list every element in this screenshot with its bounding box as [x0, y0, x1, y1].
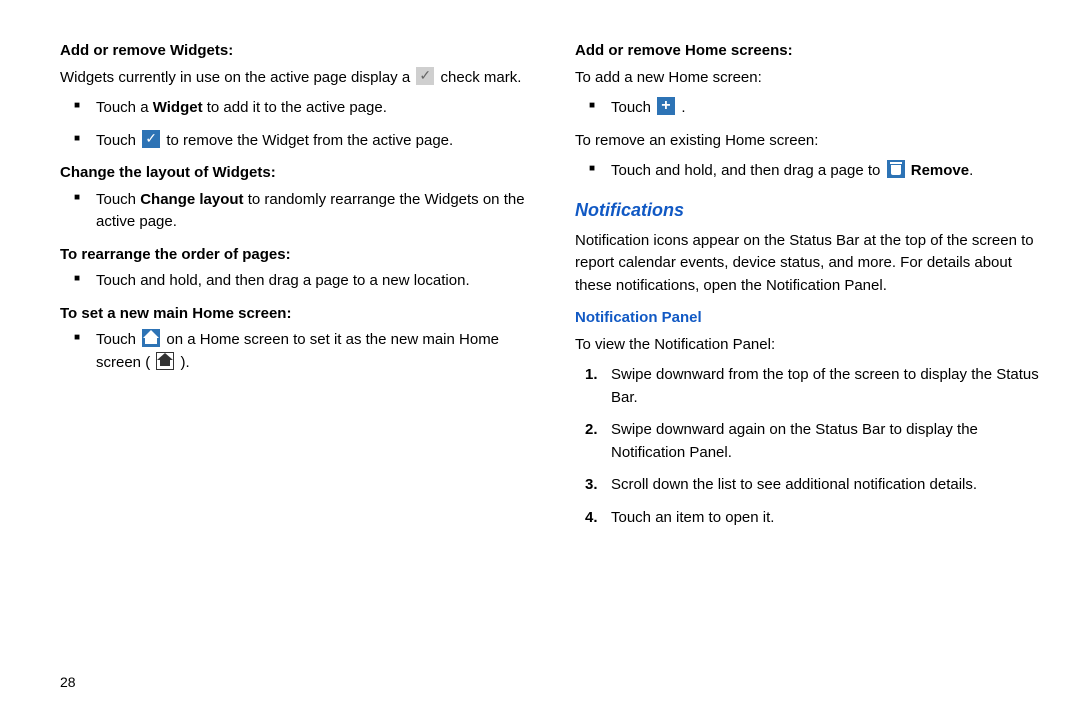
list-item: Swipe downward from the top of the scree…	[575, 364, 1040, 409]
bold-text: Remove	[911, 162, 969, 179]
heading-home-addremove: Add or remove Home screens:	[575, 40, 1040, 63]
text: Touch	[96, 191, 140, 208]
bold-text: Change layout	[140, 191, 243, 208]
text: Touch a	[96, 99, 153, 116]
right-column: Add or remove Home screens: To add a new…	[575, 30, 1040, 700]
text: Widgets currently in use on the active p…	[60, 69, 414, 86]
bullet-list: Touch Change layout to randomly rearrang…	[60, 189, 525, 234]
heading-rearrange-pages: To rearrange the order of pages:	[60, 244, 525, 267]
bullet-list: Touch on a Home screen to set it as the …	[60, 329, 525, 374]
list-item: Touch .	[575, 97, 1040, 120]
bold-text: Widget	[153, 99, 203, 116]
text: Touch and hold, and then drag a page to	[611, 162, 885, 179]
text: ).	[176, 354, 189, 371]
checkmark-blue-icon	[142, 130, 160, 148]
list-item: Swipe downward again on the Status Bar t…	[575, 419, 1040, 464]
bullet-list: Touch and hold, and then drag a page to …	[60, 270, 525, 293]
home-outline-icon	[156, 352, 174, 370]
bullet-list: Touch .	[575, 97, 1040, 120]
text: .	[677, 99, 685, 116]
text: to remove the Widget from the active pag…	[162, 132, 453, 149]
page-number: 28	[60, 674, 76, 690]
text: Touch	[96, 132, 140, 149]
list-item: Touch an item to open it.	[575, 507, 1040, 530]
text: check mark.	[436, 69, 521, 86]
text: .	[969, 162, 973, 179]
text: Touch	[611, 99, 655, 116]
checkmark-grey-icon	[416, 67, 434, 85]
para-widgets-intro: Widgets currently in use on the active p…	[60, 67, 525, 90]
para-view-panel: To view the Notification Panel:	[575, 334, 1040, 357]
text: Touch	[96, 331, 140, 348]
list-item: Touch on a Home screen to set it as the …	[60, 329, 525, 374]
list-item: Scroll down the list to see additional n…	[575, 474, 1040, 497]
para-add-home: To add a new Home screen:	[575, 67, 1040, 90]
manual-page: Add or remove Widgets: Widgets currently…	[0, 0, 1080, 720]
home-blue-icon	[142, 329, 160, 347]
bullet-list: Touch and hold, and then drag a page to …	[575, 160, 1040, 183]
numbered-list: Swipe downward from the top of the scree…	[575, 364, 1040, 529]
left-column: Add or remove Widgets: Widgets currently…	[60, 30, 525, 700]
list-item: Touch Change layout to randomly rearrang…	[60, 189, 525, 234]
list-item: Touch and hold, and then drag a page to …	[575, 160, 1040, 183]
trash-icon	[887, 160, 905, 178]
section-notifications: Notifications	[575, 197, 1040, 224]
bullet-list: Touch a Widget to add it to the active p…	[60, 97, 525, 152]
para-notifications-intro: Notification icons appear on the Status …	[575, 230, 1040, 298]
heading-widgets-addremove: Add or remove Widgets:	[60, 40, 525, 63]
list-item: Touch to remove the Widget from the acti…	[60, 130, 525, 153]
heading-set-main-home: To set a new main Home screen:	[60, 303, 525, 326]
plus-icon	[657, 97, 675, 115]
para-remove-home: To remove an existing Home screen:	[575, 130, 1040, 153]
subheading-notification-panel: Notification Panel	[575, 307, 1040, 330]
list-item: Touch a Widget to add it to the active p…	[60, 97, 525, 120]
text: to add it to the active page.	[203, 99, 387, 116]
list-item: Touch and hold, and then drag a page to …	[60, 270, 525, 293]
heading-change-layout: Change the layout of Widgets:	[60, 162, 525, 185]
